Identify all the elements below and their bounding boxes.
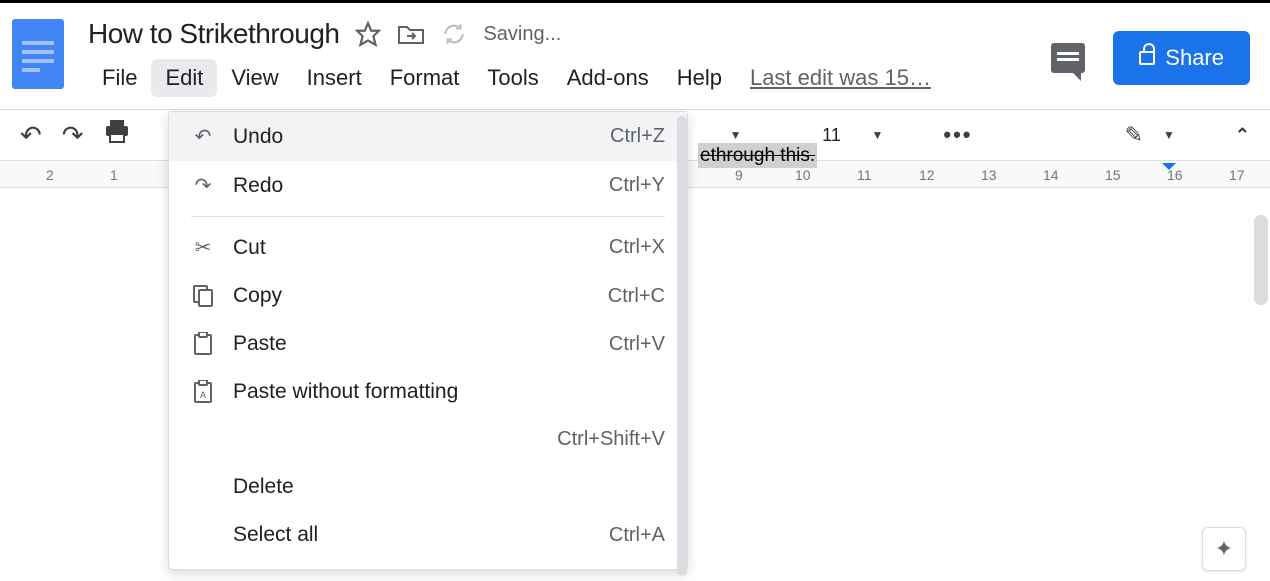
title-area: How to Strikethrough Saving... File Edit…: [88, 13, 1051, 97]
menu-item-delete[interactable]: Delete: [169, 463, 687, 511]
edit-dropdown-menu: ↶ Undo Ctrl+Z ↷ Redo Ctrl+Y ✂ Cut Ctrl+X…: [168, 111, 688, 570]
undo-icon: ↶: [191, 124, 215, 149]
ruler-tick: 17: [1229, 167, 1245, 183]
menu-insert[interactable]: Insert: [293, 59, 376, 97]
menu-item-shortcut: Ctrl+Shift+V: [191, 428, 665, 451]
menu-divider: [191, 216, 665, 217]
title-row: How to Strikethrough Saving...: [88, 13, 1051, 55]
undo-button[interactable]: ↶: [20, 120, 42, 151]
ruler-tick: 10: [795, 167, 811, 183]
menu-item-label: Delete: [233, 475, 647, 499]
explore-button[interactable]: ✦: [1202, 527, 1246, 571]
menu-item-shortcut: Ctrl+V: [609, 333, 665, 356]
font-size-caret-icon[interactable]: ▼: [871, 128, 883, 142]
menu-item-label: Select all: [233, 523, 591, 547]
share-label: Share: [1165, 45, 1224, 71]
star-icon[interactable]: [355, 21, 381, 47]
menu-item-label: Paste without formatting: [233, 380, 665, 404]
copy-icon: [191, 285, 215, 307]
menu-view[interactable]: View: [217, 59, 292, 97]
menu-item-undo[interactable]: ↶ Undo Ctrl+Z: [169, 112, 687, 161]
menu-item-paste[interactable]: Paste Ctrl+V: [169, 320, 687, 368]
menu-bar: File Edit View Insert Format Tools Add-o…: [88, 59, 1051, 97]
menu-tools[interactable]: Tools: [473, 59, 552, 97]
app-header: How to Strikethrough Saving... File Edit…: [0, 3, 1270, 103]
menu-item-shortcut: Ctrl+X: [609, 236, 665, 259]
ruler-tick: 12: [919, 167, 935, 183]
ruler-tick: 11: [857, 167, 872, 183]
ruler-tick: 2: [46, 167, 54, 183]
menu-item-cut[interactable]: ✂ Cut Ctrl+X: [169, 223, 687, 272]
font-family-caret-icon[interactable]: ▼: [730, 128, 742, 142]
menu-item-paste-without-formatting[interactable]: A Paste without formatting Ctrl+Shift+V: [169, 368, 687, 463]
menu-format[interactable]: Format: [376, 59, 474, 97]
share-button[interactable]: Share: [1113, 31, 1250, 85]
menu-item-shortcut: Ctrl+C: [608, 285, 665, 308]
menu-scrollbar[interactable]: [677, 116, 687, 576]
ruler-tick: 9: [735, 167, 743, 183]
menu-edit[interactable]: Edit: [151, 59, 217, 97]
header-right: Share: [1051, 13, 1258, 85]
editing-mode-icon[interactable]: ✎: [1125, 122, 1143, 148]
menu-item-select-all[interactable]: Select all Ctrl+A: [169, 511, 687, 559]
ruler-tick: 13: [981, 167, 997, 183]
editing-mode-caret-icon[interactable]: ▼: [1163, 128, 1175, 142]
document-selected-text[interactable]: ethrough this.: [698, 145, 817, 167]
menu-item-copy[interactable]: Copy Ctrl+C: [169, 272, 687, 320]
menu-item-redo[interactable]: ↷ Redo Ctrl+Y: [169, 161, 687, 210]
collapse-toolbar-icon[interactable]: ⌃: [1235, 125, 1250, 146]
redo-icon: ↷: [191, 173, 215, 198]
menu-item-label: Redo: [233, 174, 591, 198]
menu-help[interactable]: Help: [663, 59, 736, 97]
last-edit-link[interactable]: Last edit was 15…: [736, 59, 945, 97]
comments-icon[interactable]: [1051, 43, 1085, 73]
font-size-input[interactable]: 11: [811, 125, 851, 146]
sync-icon: [441, 21, 467, 47]
menu-item-shortcut: Ctrl+A: [609, 524, 665, 547]
redo-button[interactable]: ↷: [62, 120, 84, 151]
menu-file[interactable]: File: [88, 59, 151, 97]
ruler-tick: 1: [110, 167, 118, 183]
lock-icon: [1139, 51, 1155, 65]
menu-item-shortcut: Ctrl+Z: [610, 125, 665, 148]
menu-item-label: Copy: [233, 284, 590, 308]
ruler-tick: 15: [1105, 167, 1121, 183]
print-button[interactable]: [104, 120, 130, 151]
paste-icon: [191, 332, 215, 356]
menu-item-label: Undo: [233, 125, 592, 149]
saving-status: Saving...: [483, 23, 561, 46]
more-options-icon[interactable]: •••: [943, 122, 972, 148]
menu-addons[interactable]: Add-ons: [553, 59, 663, 97]
ruler-right-indent-icon[interactable]: [1162, 163, 1176, 177]
svg-text:A: A: [200, 390, 206, 400]
page-scrollbar[interactable]: [1254, 215, 1268, 305]
document-title[interactable]: How to Strikethrough: [88, 18, 339, 50]
menu-item-label: Cut: [233, 236, 591, 260]
menu-item-label: Paste: [233, 332, 591, 356]
move-folder-icon[interactable]: [397, 22, 425, 46]
cut-icon: ✂: [191, 235, 215, 260]
ruler-tick: 14: [1043, 167, 1059, 183]
menu-item-shortcut: Ctrl+Y: [609, 174, 665, 197]
paste-plain-icon: A: [191, 380, 215, 404]
docs-logo-icon[interactable]: [12, 19, 64, 89]
